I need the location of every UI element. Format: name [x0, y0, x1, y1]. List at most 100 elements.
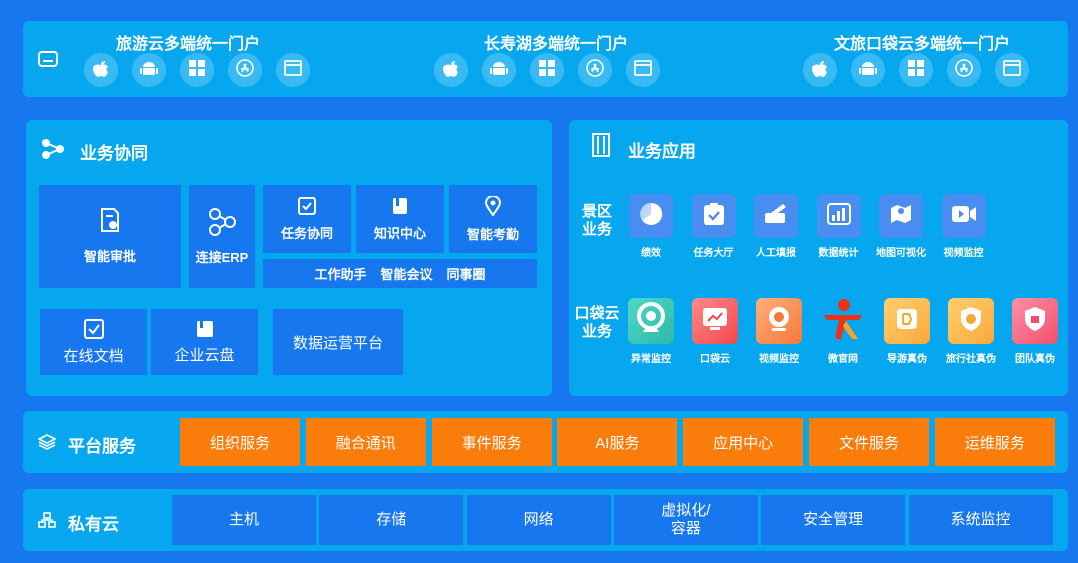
pocket-app-label: 异常监控	[631, 354, 671, 365]
service-7-button[interactable]: 运维服务	[934, 418, 1055, 466]
portal-3-appstore-button[interactable]	[947, 53, 981, 87]
platform-title: 平台服务	[68, 437, 136, 456]
browser-icon	[284, 59, 302, 81]
service-3-button[interactable]: 事件服务	[431, 418, 552, 466]
portal-1-windows-button[interactable]	[180, 53, 214, 87]
android-icon	[140, 59, 158, 82]
approval-tile[interactable]: 智能审批	[39, 185, 181, 288]
approval-label: 智能审批	[83, 249, 136, 264]
portal-2-apple-button[interactable]	[434, 53, 468, 87]
portal-2-android-button[interactable]	[482, 53, 516, 87]
scenic-app-label: 数据统计	[818, 248, 859, 259]
portal-2-browser-button[interactable]	[626, 53, 660, 87]
pocket-cloud-icon	[701, 306, 729, 337]
service-4-button[interactable]: AI服务	[557, 418, 678, 466]
cloud-item-3-button[interactable]: 网络	[466, 495, 611, 545]
scenic-row-label: 景区 业务	[581, 203, 612, 238]
webcam-icon	[635, 301, 667, 341]
assistant-strip: 工作助手 智能会议 同事圈	[263, 259, 537, 288]
agency-shield-icon	[958, 305, 984, 338]
pocket-app-7-button[interactable]	[1012, 298, 1058, 344]
video-camera-icon	[951, 205, 977, 228]
cloud-item-1-button[interactable]: 主机	[172, 495, 316, 545]
pocket-app-label: 旅行社真伪	[946, 354, 996, 365]
knowledge-label: 知识中心	[373, 225, 426, 241]
portal-1-apple-button[interactable]	[84, 53, 118, 87]
erp-tile[interactable]: 连接ERP	[189, 185, 255, 288]
scenic-app-1-button[interactable]	[629, 194, 673, 238]
apple-icon	[93, 59, 109, 82]
building-icon	[591, 132, 611, 163]
portal-3-apple-button[interactable]	[803, 53, 837, 87]
scenic-app-3-button[interactable]	[754, 194, 798, 238]
portal-title-changshou: 长寿湖多端统一门户	[483, 36, 628, 53]
portal-1-appstore-button[interactable]	[228, 53, 262, 87]
attendance-label: 智能考勤	[466, 226, 519, 242]
bar-chart-icon	[826, 202, 851, 230]
ops-label: 数据运营平台	[292, 334, 383, 352]
pocket-app-2-button[interactable]	[692, 298, 738, 344]
portal-1-browser-button[interactable]	[276, 53, 310, 87]
cloud-item-4-button[interactable]: 虚拟化/ 容器	[613, 495, 758, 545]
task-tile[interactable]: 任务协同	[263, 185, 351, 253]
apps-title: 业务应用	[628, 142, 696, 161]
collab-title: 业务协同	[80, 144, 148, 163]
windows-icon	[539, 59, 555, 81]
pocket-app-label: 微官网	[828, 354, 858, 365]
micro-site-logo-icon	[820, 297, 866, 346]
pocket-app-1-button[interactable]	[628, 298, 674, 344]
android-icon	[859, 59, 877, 82]
disk-label: 企业云盘	[174, 346, 235, 364]
camera-icon	[766, 305, 792, 338]
pocket-app-label: 团队真伪	[1015, 354, 1055, 365]
cloud-item-2-button[interactable]: 存储	[319, 495, 464, 545]
portal-title-tourism: 旅游云多端统一门户	[115, 36, 260, 53]
appstore-icon	[236, 58, 254, 82]
docs-icon	[83, 318, 104, 339]
meeting-label[interactable]: 智能会议	[380, 264, 432, 283]
erp-label: 连接ERP	[195, 250, 249, 265]
service-1-button[interactable]: 组织服务	[180, 418, 300, 466]
task-icon	[298, 196, 316, 215]
portal-3-android-button[interactable]	[851, 53, 885, 87]
ops-tile[interactable]: 数据运营平台	[273, 309, 403, 375]
scenic-app-4-button[interactable]	[816, 194, 861, 238]
cloud-item-6-button[interactable]: 系统监控	[908, 495, 1053, 545]
assistant-label[interactable]: 工作助手	[314, 264, 366, 283]
pocket-app-6-button[interactable]	[948, 298, 994, 344]
portal-3-browser-button[interactable]	[995, 53, 1029, 87]
docs-tile[interactable]: 在线文档	[40, 309, 147, 375]
appstore-icon	[586, 58, 604, 82]
pocket-app-4-button[interactable]	[820, 298, 866, 344]
portal-1-android-button[interactable]	[132, 53, 166, 87]
portal-2-appstore-button[interactable]	[578, 53, 612, 87]
clipboard-check-icon	[703, 202, 725, 231]
windows-icon	[908, 59, 924, 81]
knowledge-tile[interactable]: 知识中心	[356, 185, 444, 253]
scenic-app-6-button[interactable]	[941, 194, 986, 238]
portal-3-windows-button[interactable]	[899, 53, 933, 87]
android-icon	[490, 59, 508, 82]
service-5-button[interactable]: 应用中心	[683, 418, 804, 466]
cloud-item-5-button[interactable]: 安全管理	[761, 495, 906, 545]
approval-icon	[100, 208, 120, 232]
book-icon	[392, 197, 408, 215]
cloud-title: 私有云	[68, 515, 119, 534]
pocket-app-3-button[interactable]	[756, 298, 802, 344]
docs-label: 在线文档	[63, 347, 124, 365]
portal-icon	[38, 51, 58, 72]
pocket-app-5-button[interactable]	[884, 298, 930, 344]
erp-icon	[207, 207, 237, 237]
disk-icon	[196, 320, 214, 338]
attendance-tile[interactable]: 智能考勤	[449, 185, 537, 253]
service-2-button[interactable]: 融合通讯	[305, 418, 426, 466]
portal-2-windows-button[interactable]	[530, 53, 564, 87]
scenic-app-5-button[interactable]	[879, 194, 923, 238]
map-pin-icon	[890, 202, 912, 231]
service-6-button[interactable]: 文件服务	[809, 418, 929, 466]
scenic-app-2-button[interactable]	[691, 194, 736, 238]
circle-label[interactable]: 同事圈	[447, 264, 486, 283]
scenic-app-label: 绩效	[641, 248, 661, 259]
disk-tile[interactable]: 企业云盘	[151, 309, 258, 375]
location-icon	[485, 195, 501, 216]
